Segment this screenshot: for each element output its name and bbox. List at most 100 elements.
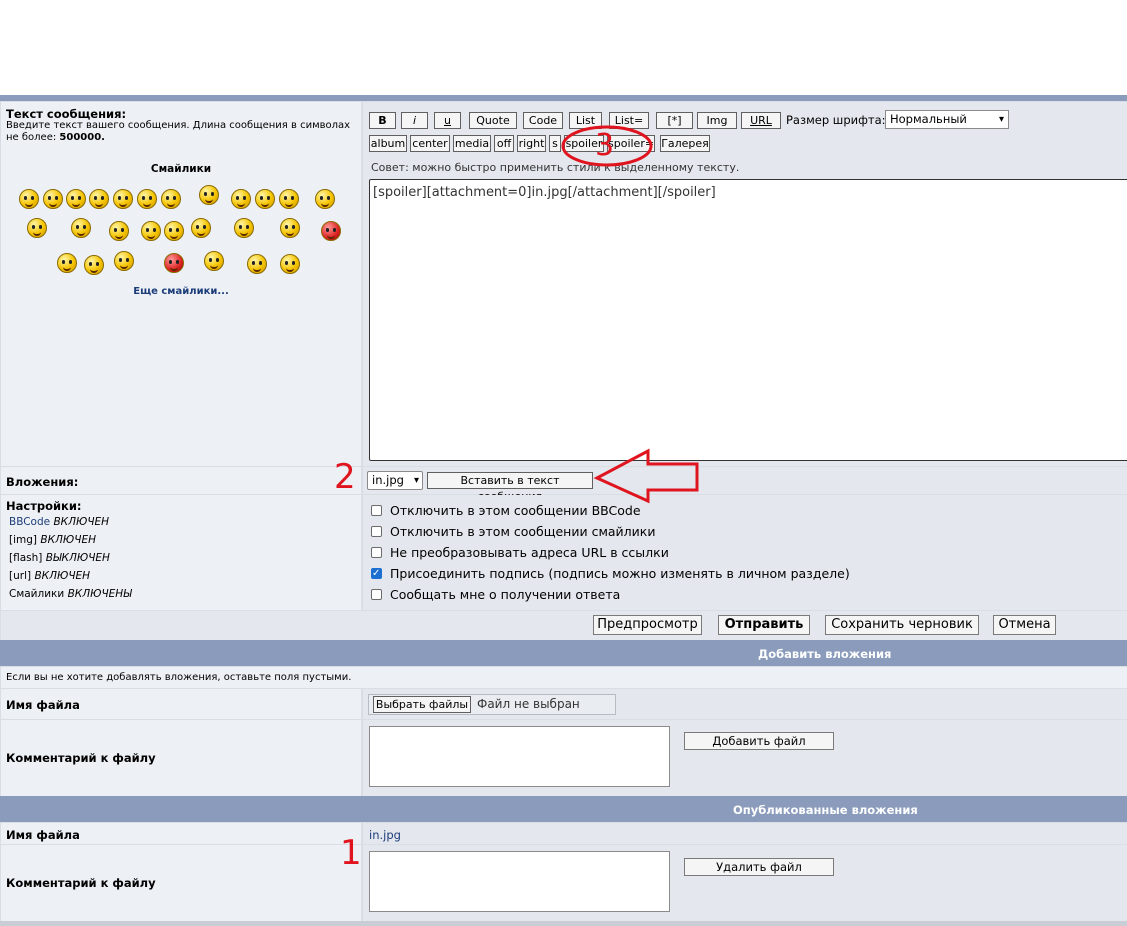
add-filename-left-cell: Имя файла (1, 689, 361, 719)
smiley-icon[interactable] (231, 189, 251, 209)
add-comment-textarea[interactable] (369, 726, 670, 787)
disable-bbcode-option[interactable]: Отключить в этом сообщении BBCode (371, 503, 641, 519)
url-button[interactable]: URL (741, 112, 781, 129)
bold-button[interactable]: B (369, 112, 396, 129)
disable-smilies-checkbox[interactable] (371, 526, 382, 537)
published-filename-link[interactable]: in.jpg (369, 828, 401, 842)
font-size-select[interactable]: Нормальный ▾ (885, 110, 1009, 129)
published-comment-textarea[interactable] (369, 851, 670, 912)
add-filename-label: Имя файла (6, 698, 80, 712)
choose-files-button[interactable]: Выбрать файлы (373, 696, 471, 713)
flash-setting-label: [flash] (9, 552, 43, 564)
smiley-icon[interactable] (113, 189, 133, 209)
smiley-icon[interactable] (137, 189, 157, 209)
notify-reply-checkbox[interactable] (371, 589, 382, 600)
smiley-icon[interactable] (164, 221, 184, 241)
disable-bbcode-checkbox[interactable] (371, 505, 382, 516)
s-button[interactable]: s (549, 135, 561, 152)
attachment-select[interactable]: in.jpg ▾ (367, 471, 423, 490)
disable-url-label: Не преобразовывать адреса URL в ссылки (390, 545, 669, 560)
smiley-icon[interactable] (255, 189, 275, 209)
attachments-row: Вложения: in.jpg ▾ Вставить в текст сооб… (0, 466, 1127, 503)
add-comment-label: Комментарий к файлу (6, 751, 156, 765)
off-button[interactable]: off (494, 135, 514, 152)
message-textarea[interactable]: [spoiler][attachment=0]in.jpg[/attachmen… (369, 179, 1127, 461)
submit-button[interactable]: Отправить (718, 615, 810, 635)
smiley-icon[interactable] (19, 189, 39, 209)
media-button[interactable]: media (453, 135, 491, 152)
smiley-icon[interactable] (280, 218, 300, 238)
save-draft-button[interactable]: Сохранить черновик (825, 615, 979, 635)
insert-into-message-button[interactable]: Вставить в текст сообщения (427, 472, 593, 503)
published-filename-row: Имя файла in.jpg (0, 822, 1127, 844)
smilies-title: Смайлики (150, 163, 212, 175)
list-button[interactable]: List (569, 112, 602, 129)
published-comment-right-cell: Удалить файл (363, 845, 1127, 921)
smiley-icon[interactable] (204, 251, 224, 271)
smiley-icon[interactable] (191, 218, 211, 238)
settings-row: Настройки: BBCode ВКЛЮЧЕН [img] ВКЛЮЧЕН … (0, 494, 1127, 610)
disable-url-option[interactable]: Не преобразовывать адреса URL в ссылки (371, 545, 669, 561)
delete-file-button[interactable]: Удалить файл (684, 858, 834, 876)
smilies-setting: Смайлики ВКЛЮЧЕНЫ (9, 588, 132, 600)
smiley-icon[interactable] (71, 218, 91, 238)
italic-button[interactable]: i (401, 112, 428, 129)
chevron-down-icon: ▾ (413, 475, 419, 486)
attach-signature-checkbox[interactable] (371, 566, 382, 582)
smiley-icon[interactable] (234, 218, 254, 238)
attachments-label: Вложения: (6, 475, 79, 489)
notify-reply-option[interactable]: Сообщать мне о получении ответа (371, 587, 620, 603)
smiley-icon[interactable] (114, 251, 134, 271)
img-setting-label: [img] (9, 534, 38, 546)
attachments-right-cell: in.jpg ▾ Вставить в текст сообщения (363, 467, 1127, 503)
smiley-icon[interactable] (57, 253, 77, 273)
add-filename-row: Имя файла Выбрать файлы Файл не выбран (0, 688, 1127, 719)
smiley-icon[interactable] (89, 189, 109, 209)
chevron-down-icon: ▾ (998, 114, 1004, 125)
img-button[interactable]: Img (697, 112, 737, 129)
no-file-text: Файл не выбран (477, 697, 580, 711)
add-attachments-note: Если вы не хотите добавлять вложения, ос… (6, 672, 352, 683)
url-setting-label: [url] (9, 570, 32, 582)
more-smilies-link[interactable]: Еще смайлики... (1, 286, 361, 297)
list-numbered-button[interactable]: List= (609, 112, 649, 129)
smiley-icon[interactable] (199, 185, 219, 205)
smiley-icon[interactable] (280, 254, 300, 274)
bottom-strip (0, 921, 1127, 926)
smiley-icon[interactable] (247, 254, 267, 274)
smiley-angry-icon[interactable] (321, 221, 341, 241)
list-item-button[interactable]: [*] (656, 112, 693, 129)
add-file-button[interactable]: Добавить файл (684, 732, 834, 750)
code-button[interactable]: Code (523, 112, 563, 129)
bbcode-setting: BBCode ВКЛЮЧЕН (9, 516, 109, 528)
smiley-icon[interactable] (66, 189, 86, 209)
smiley-icon[interactable] (43, 189, 63, 209)
underline-button[interactable]: u (434, 112, 461, 129)
disable-url-checkbox[interactable] (371, 547, 382, 558)
cancel-button[interactable]: Отмена (993, 615, 1056, 635)
toolbar-hint: Совет: можно быстро применить стили к вы… (371, 161, 740, 174)
smiley-icon[interactable] (315, 189, 335, 209)
center-button[interactable]: center (410, 135, 450, 152)
preview-button[interactable]: Предпросмотр (593, 615, 702, 635)
message-text: [spoiler][attachment=0]in.jpg[/attachmen… (373, 185, 716, 200)
album-button[interactable]: album (369, 135, 407, 152)
smiley-icon[interactable] (109, 221, 129, 241)
smiley-devil-icon[interactable] (164, 253, 184, 273)
smiley-icon[interactable] (84, 255, 104, 275)
disable-smilies-option[interactable]: Отключить в этом сообщении смайлики (371, 524, 655, 540)
annotation-number-3: 3 (595, 128, 615, 163)
gallery-button[interactable]: Галерея (660, 135, 710, 152)
spoiler-param-button[interactable]: spoiler= (607, 135, 655, 152)
bbcode-status: ВКЛЮЧЕН (53, 516, 110, 528)
smiley-icon[interactable] (27, 218, 47, 238)
bbcode-link[interactable]: BBCode (9, 516, 50, 528)
quote-button[interactable]: Quote (469, 112, 517, 129)
smiley-icon[interactable] (279, 189, 299, 209)
file-input[interactable]: Выбрать файлы Файл не выбран (368, 694, 616, 715)
published-filename-left-cell: Имя файла (1, 823, 361, 844)
right-button[interactable]: right (517, 135, 546, 152)
attach-signature-option[interactable]: Присоединить подпись (подпись можно изме… (371, 566, 850, 582)
smiley-icon[interactable] (161, 189, 181, 209)
smiley-icon[interactable] (141, 221, 161, 241)
